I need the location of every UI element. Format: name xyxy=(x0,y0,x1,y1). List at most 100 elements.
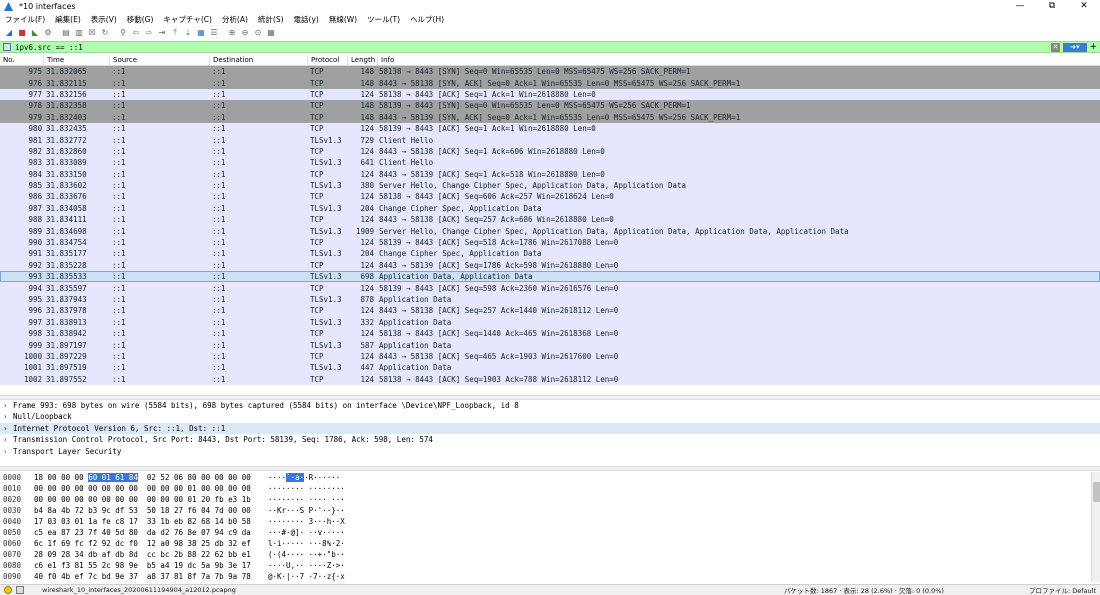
detail-row-tcp[interactable]: › Transmission Control Protocol, Src Port… xyxy=(0,434,1100,445)
capture-options-icon[interactable]: ⚙ xyxy=(42,27,54,39)
reload-file-icon[interactable]: ↻ xyxy=(99,27,111,39)
add-filter-button[interactable]: + xyxy=(1089,42,1097,52)
menu-go[interactable]: 移動(G) xyxy=(122,14,159,25)
bytes-hex[interactable]: c5 ea 87 23 7f 40 5d 80 da d2 76 8e 07 9… xyxy=(32,527,268,538)
menu-edit[interactable]: 編集(E) xyxy=(50,14,86,25)
bytes-hex[interactable]: c6 e1 f3 81 55 2c 98 9e b5 a4 19 dc 5a 9… xyxy=(32,560,268,571)
detail-row-tls[interactable]: › Transport Layer Security xyxy=(0,446,1100,457)
bytes-ascii[interactable]: ····`·a··R······ xyxy=(268,472,340,483)
column-header-protocol[interactable]: Protocol xyxy=(308,55,348,66)
packet-row[interactable]: 996 31.837978::1::1 TCP 124 8443 → 58138 [AC… xyxy=(0,305,1100,317)
menu-analyze[interactable]: 分析(A) xyxy=(217,14,253,25)
packet-row[interactable]: 985 31.833602::1::1 TLSv1.3 380 Server Hello… xyxy=(0,179,1100,192)
status-profile[interactable]: プロファイル: Default xyxy=(1029,585,1096,595)
zoom-out-icon[interactable]: ⊖ xyxy=(239,27,251,39)
packet-row[interactable]: 981 31.832772::1::1 TLSv1.3 729 Client Hello xyxy=(0,134,1100,146)
column-header-destination[interactable]: Destination xyxy=(210,55,308,66)
close-file-icon[interactable]: ☒ xyxy=(86,27,98,39)
bytes-ascii[interactable]: @·K·|··7 ·7··z{·x xyxy=(268,571,345,582)
packet-row[interactable]: 990 31.834754::1::1 TCP 124 58139 → 8443 [AC… xyxy=(0,236,1100,249)
bytes-hex[interactable]: 00 00 00 00 00 00 00 00 00 00 00 01 00 0… xyxy=(32,483,268,494)
packet-row[interactable]: 998 31.838942::1::1 TCP 124 58138 → 8443 [AC… xyxy=(0,327,1100,340)
start-capture-icon[interactable]: ◢ xyxy=(3,27,15,39)
packet-row[interactable]: 989 31.834698::1::1 TLSv1.3 1909 Server Hell… xyxy=(0,225,1100,237)
packet-row[interactable]: 980 31.832435::1::1 TCP 124 58139 → 8443 [AC… xyxy=(0,122,1100,135)
expert-info-icon[interactable] xyxy=(4,586,12,594)
first-packet-icon[interactable]: ⤒ xyxy=(169,27,181,39)
packet-row[interactable]: 992 31.835228::1::1 TCP 124 8443 → 58139 [AC… xyxy=(0,259,1100,272)
packet-row[interactable]: 978 31.832358::1::1 TCP 148 58139 → 8443 [SY… xyxy=(0,100,1100,112)
menu-wireless[interactable]: 無線(W) xyxy=(324,14,362,25)
capture-comment-icon[interactable] xyxy=(16,586,24,594)
stop-capture-icon[interactable]: ■ xyxy=(16,27,28,39)
restart-capture-icon[interactable]: ◣ xyxy=(29,27,41,39)
bytes-ascii[interactable]: (·(4···· ··+·"b·· xyxy=(268,549,345,560)
packet-row[interactable]: 999 31.897197::1::1 TLSv1.3 587 Application … xyxy=(0,339,1100,351)
menu-statistics[interactable]: 統計(S) xyxy=(253,14,289,25)
go-to-packet-icon[interactable]: ⇥ xyxy=(156,27,168,39)
bytes-scrollbar[interactable] xyxy=(1091,472,1100,582)
packet-row[interactable]: 1001 31.897519::1::1 TLSv1.3 447 Application… xyxy=(0,362,1100,374)
detail-row-loopback[interactable]: › Null/Loopback xyxy=(0,411,1100,422)
apply-filter-icon[interactable]: ➜▾ xyxy=(1063,42,1087,52)
bytes-hex[interactable]: 17 03 03 01 1a fe c8 17 33 1b eb 82 68 1… xyxy=(32,516,268,527)
bytes-hex[interactable]: 18 00 00 00 60 01 61 84 02 52 06 80 00 0… xyxy=(32,472,268,483)
menu-file[interactable]: ファイル(F) xyxy=(0,14,50,25)
packet-row[interactable]: 984 31.833150::1::1 TCP 124 8443 → 58139 [AC… xyxy=(0,168,1100,180)
bytes-hex[interactable]: 28 09 28 34 db af db 8d cc bc 2b 88 22 6… xyxy=(32,549,268,560)
bytes-hex[interactable]: 00 00 00 00 00 00 00 00 00 00 00 01 20 f… xyxy=(32,494,268,505)
expand-icon[interactable]: › xyxy=(3,423,13,434)
bytes-ascii[interactable]: l·i····· ···8%·2· xyxy=(268,538,345,549)
packet-row[interactable]: 983 31.833089::1::1 TLSv1.3 641 Client Hello xyxy=(0,157,1100,169)
last-packet-icon[interactable]: ⤓ xyxy=(182,27,194,39)
clear-filter-icon[interactable]: ✕ xyxy=(1051,42,1060,52)
bytes-ascii[interactable]: ···#·@]· ··v····· xyxy=(268,527,345,538)
bookmark-icon[interactable] xyxy=(3,43,11,51)
minimize-button[interactable]: — xyxy=(1004,0,1036,13)
menu-help[interactable]: ヘルプ(H) xyxy=(405,14,449,25)
pane-splitter[interactable] xyxy=(0,466,1100,471)
column-header-time[interactable]: Time xyxy=(44,55,110,66)
column-header-length[interactable]: Length xyxy=(348,55,378,66)
bytes-ascii[interactable]: ····U,·· ····Z·>· xyxy=(268,560,345,571)
detail-row-ipv6[interactable]: › Internet Protocol Version 6, Src: ::1, … xyxy=(0,422,1100,435)
packet-row[interactable]: 991 31.835177::1::1 TLSv1.3 204 Change Ciphe… xyxy=(0,248,1100,260)
packet-row[interactable]: 986 31.833676::1::1 TCP 124 58138 → 8443 [AC… xyxy=(0,191,1100,203)
bytes-hex[interactable]: 40 f0 4b ef 7c bd 9e 37 a8 37 81 8f 7a 7… xyxy=(32,571,268,582)
go-back-icon[interactable]: ⇦ xyxy=(130,27,142,39)
bytes-hex[interactable]: b4 8a 4b 72 b3 9c df 53 50 18 27 f6 04 7… xyxy=(32,505,268,516)
packet-row[interactable]: 988 31.834111::1::1 TCP 124 8443 → 58138 [AC… xyxy=(0,214,1100,226)
open-file-icon[interactable]: ▤ xyxy=(60,27,72,39)
bytes-ascii[interactable]: ········ ···· ··· xyxy=(268,494,345,505)
bytes-hex[interactable]: 6c 1f 69 fc f2 92 dc f0 12 a0 98 38 25 d… xyxy=(32,538,268,549)
expand-icon[interactable]: › xyxy=(3,446,13,457)
packet-row[interactable]: 993 31.835533::1::1 TLSv1.3 698 Application … xyxy=(0,271,1100,283)
go-forward-icon[interactable]: ⇨ xyxy=(143,27,155,39)
column-header-source[interactable]: Source xyxy=(110,55,210,66)
autoscroll-icon[interactable]: ▦ xyxy=(195,27,207,39)
scrollbar-thumb[interactable] xyxy=(1093,482,1100,502)
packet-row[interactable]: 987 31.834058::1::1 TLSv1.3 204 Change Ciphe… xyxy=(0,202,1100,215)
packet-row[interactable]: 977 31.832156::1::1 TCP 124 58138 → 8443 [AC… xyxy=(0,88,1100,101)
packet-row[interactable]: 994 31.835597::1::1 TCP 124 58139 → 8443 [AC… xyxy=(0,282,1100,294)
menu-capture[interactable]: キャプチャ(C) xyxy=(158,14,217,25)
menu-tools[interactable]: ツール(T) xyxy=(362,14,405,25)
bytes-ascii[interactable]: ········ 3···h··X xyxy=(268,516,345,527)
expand-icon[interactable]: › xyxy=(3,411,13,422)
find-packet-icon[interactable]: ⚲ xyxy=(117,27,129,39)
detail-row-frame[interactable]: › Frame 993: 698 bytes on wire (5584 bits… xyxy=(0,400,1100,411)
column-header-no[interactable]: No. xyxy=(0,55,44,66)
colorize-icon[interactable]: ☰ xyxy=(208,27,220,39)
packet-row[interactable]: 979 31.832403::1::1 TCP 148 8443 → 58139 [SY… xyxy=(0,111,1100,123)
packet-row[interactable]: 1002 31.897552::1::1 TCP 124 58138 → 8443 [A… xyxy=(0,373,1100,385)
bytes-ascii[interactable]: ··Kr···S P·'··}·· xyxy=(268,505,345,516)
packet-row[interactable]: 1000 31.897229::1::1 TCP 124 8443 → 58138 [A… xyxy=(0,350,1100,363)
packet-row[interactable]: 997 31.838913::1::1 TLSv1.3 332 Application … xyxy=(0,316,1100,328)
expand-icon[interactable]: › xyxy=(3,434,13,445)
normal-size-icon[interactable]: ⊙ xyxy=(252,27,264,39)
maximize-button[interactable]: ⧉ xyxy=(1036,0,1068,13)
bytes-ascii[interactable]: ········ ········ xyxy=(268,483,345,494)
close-button[interactable]: ✕ xyxy=(1068,0,1100,13)
packet-row[interactable]: 995 31.837943::1::1 TLSv1.3 878 Application … xyxy=(0,293,1100,306)
save-file-icon[interactable]: ▥ xyxy=(73,27,85,39)
